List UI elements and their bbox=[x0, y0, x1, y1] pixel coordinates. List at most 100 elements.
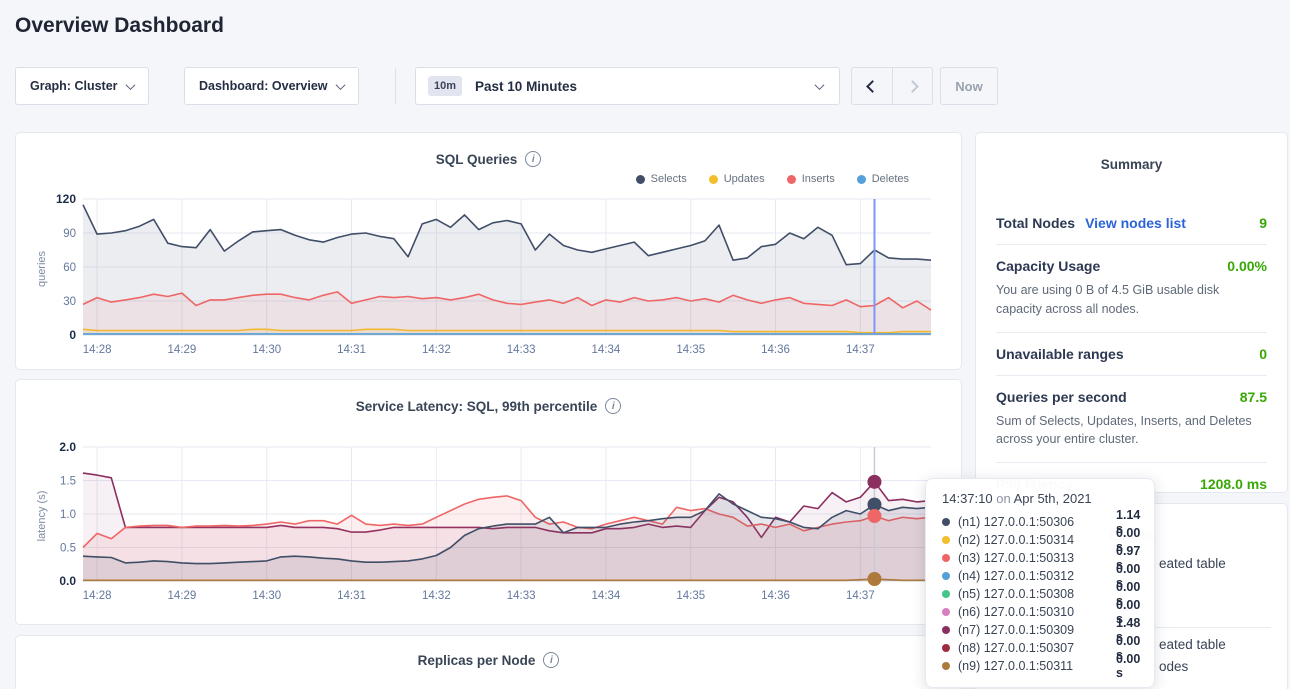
tooltip-node-label: (n8) 127.0.0.1:50307 bbox=[958, 641, 1108, 655]
svg-text:0.0: 0.0 bbox=[59, 574, 76, 588]
chevron-down-icon bbox=[815, 80, 825, 90]
time-range-label: Past 10 Minutes bbox=[475, 79, 803, 94]
chart-tooltip-rows: (n1) 127.0.0.1:503061.14 s(n2) 127.0.0.1… bbox=[942, 513, 1142, 675]
summary-panel: Summary Total Nodes View nodes list 9 Ca… bbox=[975, 132, 1288, 493]
event-text-fragment: eated table bbox=[1159, 556, 1226, 571]
summary-title: Summary bbox=[996, 157, 1267, 172]
summary-total-nodes: Total Nodes View nodes list 9 bbox=[996, 202, 1267, 244]
chevron-down-icon bbox=[125, 80, 135, 90]
svg-text:14:28: 14:28 bbox=[83, 344, 112, 356]
tooltip-node-label: (n3) 127.0.0.1:50313 bbox=[958, 551, 1108, 565]
sql-queries-panel: SQL Queries i Selects Updates Inserts De… bbox=[15, 132, 962, 370]
svg-text:14:30: 14:30 bbox=[252, 344, 281, 356]
svg-text:14:33: 14:33 bbox=[507, 590, 536, 602]
capacity-value: 0.00% bbox=[1227, 258, 1267, 274]
inserts-dot-icon bbox=[787, 175, 796, 184]
p99-latency-value: 1208.0 ms bbox=[1200, 476, 1267, 492]
node-dot-icon bbox=[942, 536, 950, 544]
svg-text:14:34: 14:34 bbox=[592, 344, 621, 356]
graph-dropdown-label: Graph: Cluster bbox=[30, 79, 118, 93]
tooltip-node-label: (n9) 127.0.0.1:50311 bbox=[958, 659, 1108, 673]
replicas-per-node-title: Replicas per Node bbox=[418, 653, 536, 668]
legend-item-inserts: Inserts bbox=[787, 173, 835, 185]
page-title: Overview Dashboard bbox=[15, 14, 224, 38]
legend-item-selects: Selects bbox=[636, 173, 687, 185]
total-nodes-value: 9 bbox=[1259, 215, 1267, 231]
info-icon[interactable]: i bbox=[543, 652, 559, 668]
sql-queries-title: SQL Queries bbox=[436, 152, 518, 167]
deletes-dot-icon bbox=[857, 175, 866, 184]
chevron-down-icon bbox=[335, 80, 345, 90]
svg-text:14:30: 14:30 bbox=[252, 590, 281, 602]
svg-text:90: 90 bbox=[63, 228, 76, 240]
graph-dropdown[interactable]: Graph: Cluster bbox=[15, 67, 149, 105]
time-back-button[interactable] bbox=[852, 68, 892, 104]
tooltip-row: (n8) 127.0.0.1:503070.00 s bbox=[942, 639, 1142, 657]
dashboard-dropdown-label: Dashboard: Overview bbox=[199, 79, 328, 93]
svg-text:1.5: 1.5 bbox=[60, 476, 76, 488]
qps-value: 87.5 bbox=[1240, 389, 1267, 405]
event-text-fragment: eated table bbox=[1159, 637, 1226, 652]
svg-text:14:37: 14:37 bbox=[846, 344, 875, 356]
toolbar-divider bbox=[395, 68, 396, 104]
svg-text:14:35: 14:35 bbox=[676, 344, 705, 356]
node-dot-icon bbox=[942, 554, 950, 562]
svg-text:14:37: 14:37 bbox=[846, 590, 875, 602]
time-step-group bbox=[851, 67, 933, 105]
svg-text:14:32: 14:32 bbox=[422, 590, 451, 602]
tooltip-row: (n3) 127.0.0.1:503130.97 s bbox=[942, 549, 1142, 567]
info-icon[interactable]: i bbox=[605, 398, 621, 414]
summary-unavailable-ranges: Unavailable ranges 0 bbox=[996, 332, 1267, 375]
tooltip-row: (n1) 127.0.0.1:503061.14 s bbox=[942, 513, 1142, 531]
tooltip-node-label: (n1) 127.0.0.1:50306 bbox=[958, 515, 1108, 529]
svg-text:14:29: 14:29 bbox=[168, 590, 197, 602]
legend-item-deletes: Deletes bbox=[857, 173, 909, 185]
node-dot-icon bbox=[942, 590, 950, 598]
tooltip-timestamp: 14:37:10 on Apr 5th, 2021 bbox=[942, 491, 1142, 506]
svg-text:14:34: 14:34 bbox=[592, 590, 621, 602]
tooltip-node-label: (n6) 127.0.0.1:50310 bbox=[958, 605, 1108, 619]
dashboard-dropdown[interactable]: Dashboard: Overview bbox=[184, 67, 359, 105]
sql-queries-chart[interactable]: 030609012014:2814:2914:3014:3114:3214:33… bbox=[51, 193, 951, 365]
service-latency-chart[interactable]: 0.00.51.01.52.014:2814:2914:3014:3114:32… bbox=[51, 441, 951, 613]
service-latency-panel: Service Latency: SQL, 99th percentile i … bbox=[15, 379, 962, 625]
node-dot-icon bbox=[942, 572, 950, 580]
tooltip-row: (n9) 127.0.0.1:503110.00 s bbox=[942, 657, 1142, 675]
svg-text:0: 0 bbox=[69, 328, 76, 342]
node-dot-icon bbox=[942, 608, 950, 616]
tooltip-node-label: (n5) 127.0.0.1:50308 bbox=[958, 587, 1108, 601]
chart-tooltip: 14:37:10 on Apr 5th, 2021 (n1) 127.0.0.1… bbox=[925, 478, 1155, 688]
event-text-fragment: odes bbox=[1159, 659, 1188, 674]
node-dot-icon bbox=[942, 626, 950, 634]
svg-text:14:29: 14:29 bbox=[168, 344, 197, 356]
service-latency-title: Service Latency: SQL, 99th percentile bbox=[356, 399, 598, 414]
chevron-left-icon bbox=[866, 80, 879, 93]
svg-text:14:31: 14:31 bbox=[337, 590, 366, 602]
chevron-right-icon bbox=[906, 80, 919, 93]
time-range-dropdown[interactable]: 10m Past 10 Minutes bbox=[415, 67, 840, 105]
svg-text:14:36: 14:36 bbox=[761, 344, 790, 356]
time-forward-button bbox=[892, 68, 932, 104]
legend-item-updates: Updates bbox=[709, 173, 765, 185]
svg-text:14:35: 14:35 bbox=[676, 590, 705, 602]
unavailable-ranges-value: 0 bbox=[1259, 346, 1267, 362]
tooltip-row: (n4) 127.0.0.1:503120.00 s bbox=[942, 567, 1142, 585]
time-range-badge: 10m bbox=[428, 76, 462, 96]
latency-y-axis-label: latency (s) bbox=[36, 476, 48, 556]
svg-text:14:31: 14:31 bbox=[337, 344, 366, 356]
tooltip-node-label: (n4) 127.0.0.1:50312 bbox=[958, 569, 1108, 583]
view-nodes-list-link[interactable]: View nodes list bbox=[1085, 215, 1186, 231]
svg-text:120: 120 bbox=[56, 193, 76, 206]
summary-capacity: Capacity Usage 0.00% You are using 0 B o… bbox=[996, 244, 1267, 332]
sql-queries-legend: Selects Updates Inserts Deletes bbox=[636, 173, 909, 185]
tooltip-row: (n5) 127.0.0.1:503080.00 s bbox=[942, 585, 1142, 603]
svg-text:14:28: 14:28 bbox=[83, 590, 112, 602]
node-dot-icon bbox=[942, 662, 950, 670]
summary-qps: Queries per second 87.5 Sum of Selects, … bbox=[996, 375, 1267, 463]
node-dot-icon bbox=[942, 518, 950, 526]
node-dot-icon bbox=[942, 644, 950, 652]
tooltip-row: (n2) 127.0.0.1:503140.00 s bbox=[942, 531, 1142, 549]
replicas-per-node-panel: Replicas per Node i bbox=[15, 635, 962, 689]
info-icon[interactable]: i bbox=[525, 151, 541, 167]
svg-text:14:36: 14:36 bbox=[761, 590, 790, 602]
